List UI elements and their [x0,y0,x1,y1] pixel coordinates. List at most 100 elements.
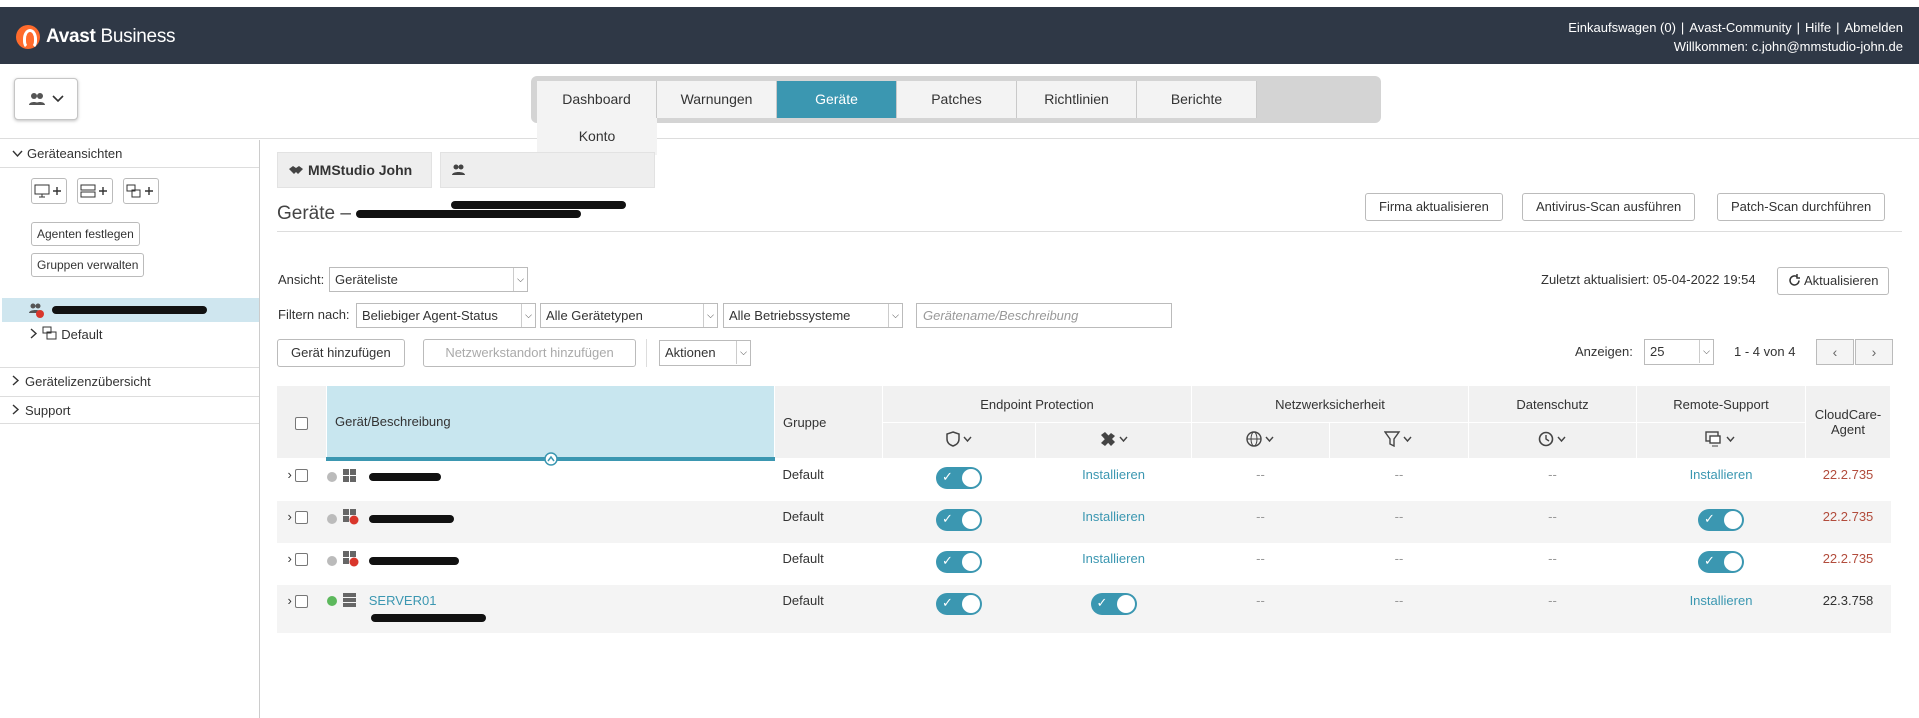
update-company-button[interactable]: Firma aktualisieren [1365,193,1503,221]
support-label: Support [25,403,71,418]
col-header-group[interactable]: Gruppe [774,385,883,459]
row-checkbox[interactable] [295,469,309,483]
group-cell: Default [774,584,883,633]
tab-reports[interactable]: Berichte [1137,81,1257,118]
tab-patches[interactable]: Patches [897,81,1017,118]
logout-link[interactable]: Abmelden [1844,20,1903,35]
avast-logo[interactable]: Avast Business [16,25,176,49]
set-agents-button[interactable]: Agenten festlegen [31,222,140,246]
tab-devices[interactable]: Geräte [777,81,897,118]
col-group-privacy: Datenschutz [1468,385,1637,423]
sidebar-item-licenses[interactable]: Gerätelizenzübersicht [0,367,259,395]
top-strip [0,0,1919,7]
row-checkbox[interactable] [295,552,309,566]
sidebar-item-support[interactable]: Support [0,396,259,424]
help-link[interactable]: Hilfe [1805,20,1831,35]
install-patch-link[interactable]: Installieren [1035,458,1192,501]
install-remote-link[interactable]: Installieren [1636,584,1806,633]
table-header-row-1: Gerät/Beschreibung Gruppe Endpoint Prote… [276,385,1891,466]
add-network-location-button[interactable]: Netzwerkstandort hinzufügen [423,339,636,367]
chevron-right-icon[interactable]: › [288,509,292,524]
patch-icon [1100,432,1128,446]
install-remote-link[interactable]: Installieren [1636,458,1806,501]
tab-warnings[interactable]: Warnungen [657,81,777,118]
chevron-down-icon: ⌵ [736,341,750,364]
prev-page-button[interactable]: ‹ [1816,339,1854,365]
add-device-button[interactable]: Gerät hinzufügen [277,339,405,367]
remote-support-toggle[interactable]: ✓ [1698,550,1744,573]
actions-dropdown[interactable]: Aktionen ⌵ [659,340,751,366]
breadcrumb-customer[interactable] [440,152,655,210]
community-link[interactable]: Avast-Community [1689,20,1791,35]
add-group-view-icon[interactable] [123,178,159,204]
web-cell: -- [1191,584,1330,633]
funnel-icon [1383,431,1412,448]
chevron-down-icon: ⌵ [703,304,717,327]
chevron-right-icon[interactable]: › [288,467,292,482]
sidebar-item-customer[interactable] [2,298,259,322]
antivirus-toggle[interactable]: ✓ [936,592,982,615]
patch-toggle[interactable]: ✓ [1090,592,1137,615]
chevron-right-icon[interactable]: › [288,593,292,608]
remote-filter[interactable] [1636,422,1806,459]
col-group-endpoint: Endpoint Protection [882,385,1192,423]
next-page-button[interactable]: › [1855,339,1893,365]
web-cell: -- [1191,500,1330,543]
antivirus-toggle[interactable]: ✓ [936,508,982,531]
backup-icon [1538,431,1566,447]
remote-support-toggle[interactable]: ✓ [1698,508,1744,531]
show-per-page-label: Anzeigen: [1575,344,1633,359]
antivirus-filter[interactable] [882,422,1036,459]
add-device-view-icon[interactable] [31,178,67,204]
device-views-title: Geräteansichten [27,146,123,161]
chevron-right-icon[interactable]: › [288,551,292,566]
refresh-icon [1789,274,1800,286]
row-checkbox[interactable] [295,510,309,524]
table-row[interactable]: › Default ✓ Installieren -- -- -- ✓ 22.2… [276,500,1891,543]
chevron-left-icon: ‹ [1832,344,1838,360]
tab-account[interactable]: Konto [537,118,657,155]
tab-dashboard[interactable]: Dashboard [537,81,657,118]
web-filter[interactable] [1191,422,1330,459]
sidebar-add-icons [31,178,159,204]
row-checkbox[interactable] [295,594,309,608]
refresh-button[interactable]: Aktualisieren [1777,267,1890,295]
table-row[interactable]: › Default ✓ Installieren -- -- -- ✓ 22.2… [276,542,1891,585]
devices-table: Gerät/Beschreibung Gruppe Endpoint Prote… [276,385,1891,633]
antivirus-toggle[interactable]: ✓ [936,550,982,573]
table-row[interactable]: › SERVER01 Default ✓ ✓ -- -- -- Installi… [276,584,1891,633]
os-filter[interactable]: Alle Betriebssysteme ⌵ [723,303,903,328]
chevron-down-icon [52,95,64,103]
col-header-device[interactable]: Gerät/Beschreibung [326,385,775,466]
agent-status-filter[interactable]: Beliebiger Agent-Status ⌵ [356,303,536,328]
antivirus-scan-button[interactable]: Antivirus-Scan ausführen [1522,193,1696,221]
device-name-link[interactable]: SERVER01 [369,593,437,608]
sidebar-item-default-group[interactable]: Default [30,326,102,342]
content-filter[interactable] [1329,422,1469,459]
view-select[interactable]: Geräteliste ⌵ [329,267,528,292]
manage-groups-button[interactable]: Gruppen verwalten [31,253,145,277]
privacy-filter[interactable] [1468,422,1637,459]
device-search-input[interactable]: Gerätename/Beschreibung [916,303,1172,328]
select-all-cell [276,385,327,459]
tab-policies[interactable]: Richtlinien [1017,81,1137,118]
per-page-select[interactable]: 25 ⌵ [1644,339,1714,365]
users-icon [452,164,465,175]
content-cell: -- [1329,542,1469,585]
customer-selector-dropdown[interactable] [14,78,78,120]
chevron-down-icon: ⌵ [513,268,527,291]
device-type-filter[interactable]: Alle Gerätetypen ⌵ [540,303,718,328]
breadcrumb-company[interactable]: MMStudio John [277,152,432,188]
select-all-checkbox[interactable] [295,416,308,430]
install-patch-link[interactable]: Installieren [1035,542,1192,585]
patch-scan-button[interactable]: Patch-Scan durchführen [1717,193,1886,221]
antivirus-toggle[interactable]: ✓ [936,467,982,489]
licenses-label: Gerätelizenzübersicht [25,374,151,389]
device-views-header[interactable]: Geräteansichten [0,140,259,168]
windows-icon [343,468,357,482]
patch-filter[interactable] [1035,422,1192,459]
table-row[interactable]: › Default ✓ Installieren -- -- -- Instal… [276,458,1891,501]
cart-link[interactable]: Einkaufswagen (0) [1568,20,1676,35]
add-server-view-icon[interactable] [77,178,113,204]
install-patch-link[interactable]: Installieren [1035,500,1192,543]
